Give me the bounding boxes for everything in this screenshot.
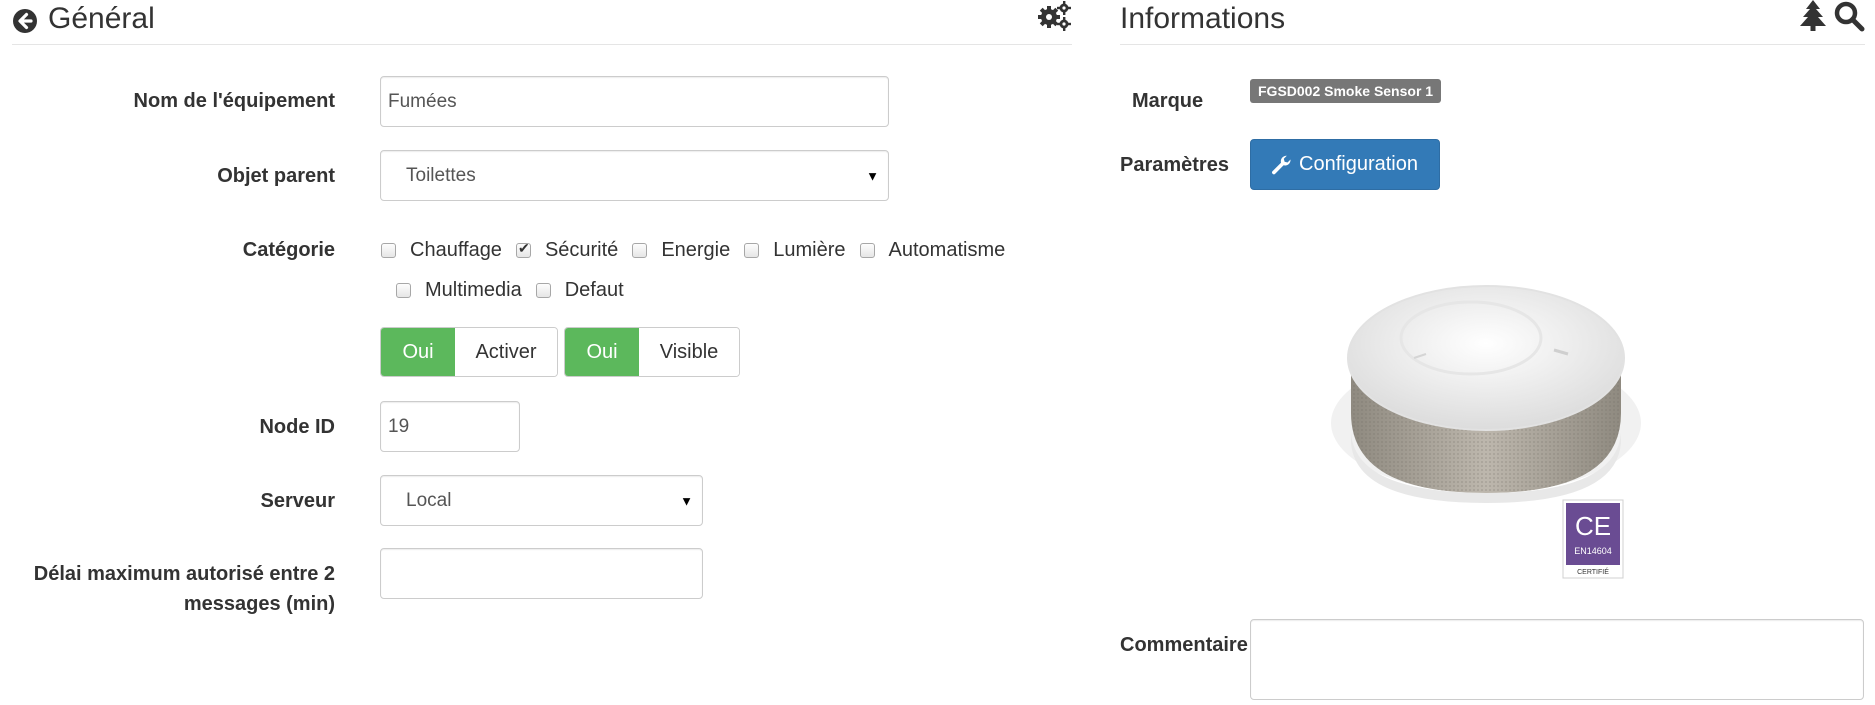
caret-down-icon: ▼	[866, 168, 879, 183]
caret-down-icon: ▼	[680, 493, 693, 508]
max-delay-label: Délai maximum autorisé entre 2 messages …	[33, 563, 335, 615]
informations-panel: Informations Marque FGSD002 Smoke Sensor…	[1100, 0, 1875, 705]
ce-mark: CE	[1575, 511, 1611, 541]
server-label: Serveur	[260, 490, 336, 512]
tree-icon[interactable]	[1799, 0, 1827, 32]
params-label: Paramètres	[1120, 154, 1229, 176]
server-value: Local	[406, 489, 452, 511]
ce-norm: EN14604	[1574, 546, 1612, 556]
category-label-chauffage: Chauffage	[410, 238, 502, 261]
comment-label: Commentaire	[1120, 634, 1248, 656]
parent-object-label: Objet parent	[217, 165, 335, 187]
category-row-2: Multimedia Defaut	[396, 275, 638, 305]
category-label-lumiere: Lumière	[773, 238, 846, 261]
node-id-input[interactable]: 19	[380, 401, 520, 452]
arrow-circle-left-icon[interactable]	[12, 8, 38, 34]
category-label-securite: Sécurité	[544, 238, 619, 261]
informations-legend: Informations	[1120, 0, 1865, 45]
node-id-label: Node ID	[259, 416, 335, 438]
category-label-defaut: Defaut	[564, 278, 624, 301]
category-checkbox-defaut[interactable]	[535, 282, 551, 298]
ce-cert: CERTIFIÉ	[1577, 567, 1609, 576]
smoke-sensor-image: CE EN14604 CERTIFIÉ	[1296, 228, 1676, 588]
gears-icon[interactable]	[1036, 0, 1072, 32]
visible-on[interactable]: Oui	[565, 328, 639, 376]
equipment-name-label: Nom de l'équipement	[133, 90, 335, 112]
category-checkbox-energie[interactable]	[632, 242, 648, 258]
activate-toggle[interactable]: Oui Activer	[380, 327, 558, 377]
category-checkbox-automatisme[interactable]	[859, 242, 875, 258]
informations-title: Informations	[1120, 2, 1286, 35]
category-checkbox-lumiere[interactable]	[744, 242, 760, 258]
brand-label: Marque	[1132, 90, 1204, 112]
category-label-multimedia: Multimedia	[425, 278, 522, 301]
general-legend: Général	[12, 0, 1072, 45]
activate-label[interactable]: Activer	[455, 328, 557, 376]
equipment-name-value: Fumées	[388, 90, 457, 112]
configuration-button-label: Configuration	[1299, 153, 1418, 175]
category-label-automatisme: Automatisme	[888, 238, 1006, 261]
category-checkbox-chauffage[interactable]	[381, 242, 396, 258]
visible-toggle[interactable]: Oui Visible	[564, 327, 740, 377]
category-label: Catégorie	[242, 239, 335, 261]
category-label-energie: Energie	[661, 238, 731, 261]
general-panel: Général Nom de l'équipement Fumées Objet…	[0, 0, 1090, 705]
configuration-button[interactable]: Configuration	[1250, 139, 1440, 190]
category-checkbox-multimedia[interactable]	[396, 282, 411, 298]
comment-textarea[interactable]	[1250, 619, 1864, 700]
max-delay-input[interactable]	[380, 548, 703, 599]
category-checkbox-securite[interactable]	[515, 240, 531, 258]
brand-badge: FGSD002 Smoke Sensor 1	[1250, 79, 1442, 103]
visible-label[interactable]: Visible	[639, 328, 739, 376]
node-id-value: 19	[388, 415, 410, 437]
parent-object-value: Toilettes	[406, 164, 476, 186]
parent-object-select[interactable]: Toilettes ▼	[380, 150, 889, 201]
server-select[interactable]: Local ▼	[380, 475, 703, 526]
search-icon[interactable]	[1833, 0, 1865, 32]
activate-on[interactable]: Oui	[381, 328, 455, 376]
category-row-1: Chauffage Sécurité Energie Lumière Autom…	[381, 235, 1019, 265]
wrench-icon	[1272, 155, 1292, 175]
equipment-name-input[interactable]: Fumées	[380, 76, 889, 127]
ce-certification-badge: CE EN14604 CERTIFIÉ	[1562, 499, 1624, 579]
general-title: Général	[48, 2, 155, 35]
